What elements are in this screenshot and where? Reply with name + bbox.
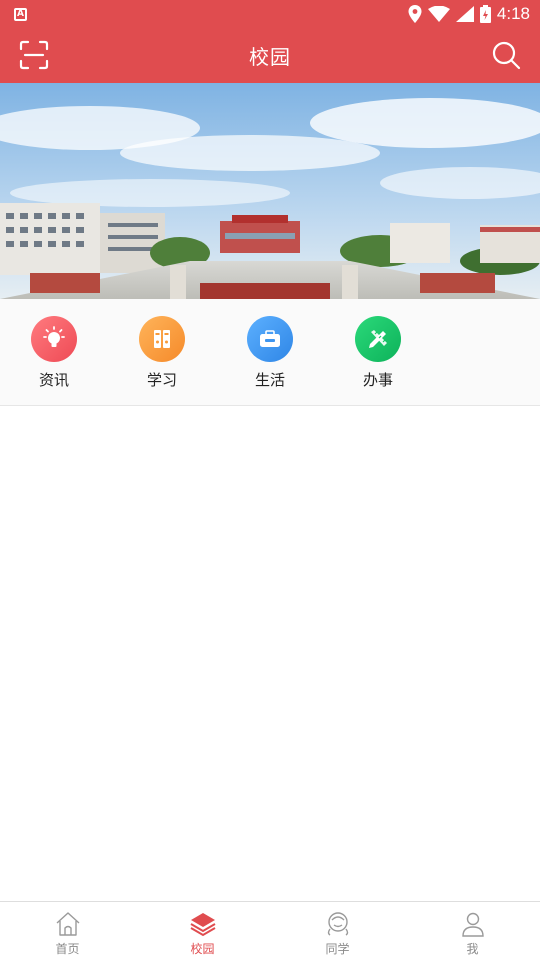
layers-icon bbox=[189, 913, 216, 937]
nav-label-classmates: 同学 bbox=[325, 942, 350, 956]
quick-label-life: 生活 bbox=[254, 371, 285, 389]
status-time: 4:18 bbox=[496, 4, 530, 23]
search-button[interactable] bbox=[490, 39, 522, 71]
home-icon bbox=[56, 912, 79, 936]
page-title: 校园 bbox=[249, 45, 291, 69]
quick-item-life[interactable]: 生活 bbox=[216, 299, 324, 406]
notification-badge: A bbox=[14, 7, 27, 21]
books-icon bbox=[154, 330, 170, 348]
scan-button[interactable] bbox=[18, 39, 50, 71]
signal-icon bbox=[455, 6, 474, 22]
quick-icon-circle bbox=[139, 316, 185, 362]
user-icon bbox=[461, 912, 484, 937]
nav-item-me[interactable]: 我 bbox=[405, 902, 540, 958]
battery-icon bbox=[479, 5, 491, 23]
nav-item-home[interactable]: 首页 bbox=[0, 902, 135, 958]
status-bar: A 4:18 bbox=[0, 0, 540, 28]
briefcase-icon bbox=[260, 330, 280, 347]
wifi-icon bbox=[427, 6, 450, 22]
scan-icon bbox=[19, 40, 49, 70]
nav-item-classmates[interactable]: 同学 bbox=[270, 902, 405, 958]
nav-label-home: 首页 bbox=[55, 942, 80, 956]
pencil-ruler-icon bbox=[369, 330, 387, 348]
lightbulb-icon bbox=[43, 326, 65, 347]
app-bar: 校园 bbox=[0, 28, 540, 83]
quick-item-news[interactable]: 资讯 bbox=[0, 299, 108, 406]
quick-icon-circle bbox=[247, 316, 293, 362]
quick-label-study: 学习 bbox=[146, 371, 177, 389]
quick-label-news: 资讯 bbox=[38, 371, 69, 389]
campus-banner[interactable] bbox=[0, 83, 540, 299]
quick-icon-circle bbox=[31, 316, 77, 362]
quick-label-affairs: 办事 bbox=[362, 371, 393, 389]
bottom-nav: 首页 校园 同学 我 bbox=[0, 901, 540, 958]
nav-item-campus[interactable]: 校园 bbox=[135, 902, 270, 958]
nav-label-me: 我 bbox=[466, 942, 479, 956]
classmates-icon bbox=[327, 912, 348, 936]
search-icon bbox=[492, 41, 521, 70]
nav-label-campus: 校园 bbox=[190, 942, 215, 956]
quick-item-study[interactable]: 学习 bbox=[108, 299, 216, 406]
quick-icon-circle bbox=[355, 316, 401, 362]
location-icon bbox=[408, 5, 422, 23]
campus-photo bbox=[0, 83, 540, 299]
quick-menu: 资讯 学习 生活 办事 bbox=[0, 299, 540, 406]
quick-item-affairs[interactable]: 办事 bbox=[324, 299, 432, 406]
